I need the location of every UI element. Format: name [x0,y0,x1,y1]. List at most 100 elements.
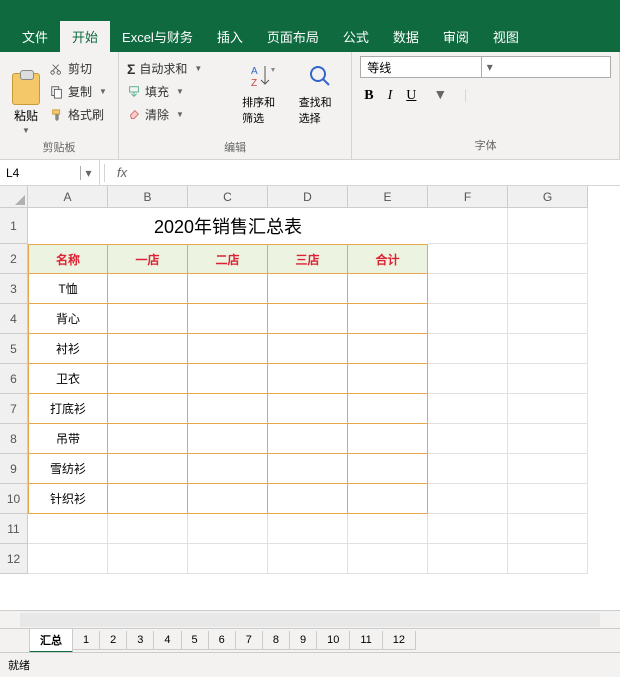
table-cell[interactable] [268,304,348,334]
table-cell[interactable] [108,454,188,484]
table-cell[interactable] [108,334,188,364]
sheet-tab[interactable]: 9 [289,631,317,650]
cell[interactable] [428,424,508,454]
table-cell[interactable] [108,274,188,304]
ribbon-tab-数据[interactable]: 数据 [381,21,431,52]
column-header[interactable]: B [108,186,188,208]
table-cell[interactable] [268,484,348,514]
cell[interactable] [348,514,428,544]
sheet-tab[interactable]: 汇总 [29,629,73,653]
cell[interactable] [348,544,428,574]
cell[interactable] [188,544,268,574]
column-header[interactable]: C [188,186,268,208]
row-header[interactable]: 4 [0,304,28,334]
cell[interactable] [428,454,508,484]
fill-button[interactable]: 填充▼ [127,83,230,100]
table-cell[interactable] [268,274,348,304]
cell[interactable] [428,484,508,514]
cell[interactable] [428,274,508,304]
bold-button[interactable]: B [364,88,373,104]
table-cell[interactable]: 雪纺衫 [28,454,108,484]
cell[interactable] [108,544,188,574]
table-header[interactable]: 三店 [268,244,348,274]
row-header[interactable]: 8 [0,424,28,454]
ribbon-tab-视图[interactable]: 视图 [481,21,531,52]
row-header[interactable]: 9 [0,454,28,484]
cell[interactable] [508,274,588,304]
table-cell[interactable] [268,364,348,394]
sheet-tab[interactable]: 6 [208,631,236,650]
table-cell[interactable] [348,424,428,454]
table-cell[interactable] [108,484,188,514]
column-header[interactable]: D [268,186,348,208]
ribbon-tab-公式[interactable]: 公式 [331,21,381,52]
table-cell[interactable] [348,484,428,514]
table-cell[interactable] [188,454,268,484]
cell[interactable] [508,484,588,514]
row-header[interactable]: 7 [0,394,28,424]
ribbon-tab-审阅[interactable]: 审阅 [431,21,481,52]
sheet-tab[interactable]: 11 [349,631,382,650]
cell[interactable] [108,514,188,544]
column-header[interactable]: F [428,186,508,208]
column-header[interactable]: A [28,186,108,208]
sheet-title[interactable]: 2020年销售汇总表 [28,208,428,244]
clear-button[interactable]: 清除▼ [127,106,230,123]
table-cell[interactable] [108,364,188,394]
find-select-button[interactable]: 查找和选择 [297,60,344,128]
cell[interactable] [508,454,588,484]
cell[interactable] [268,514,348,544]
table-cell[interactable] [188,304,268,334]
row-header[interactable]: 10 [0,484,28,514]
sheet-tab[interactable]: 5 [181,631,209,650]
table-cell[interactable] [348,454,428,484]
table-cell[interactable] [348,364,428,394]
ribbon-tab-页面布局[interactable]: 页面布局 [255,21,331,52]
table-cell[interactable]: 吊带 [28,424,108,454]
fx-button[interactable]: fx [109,165,135,180]
cell[interactable] [508,208,588,244]
format-painter-button[interactable]: 格式刷 [50,106,110,123]
table-cell[interactable] [108,394,188,424]
table-cell[interactable] [108,424,188,454]
cell[interactable] [428,334,508,364]
table-cell[interactable] [348,274,428,304]
table-cell[interactable] [188,274,268,304]
table-cell[interactable]: 卫衣 [28,364,108,394]
cell[interactable] [28,514,108,544]
cell[interactable] [428,244,508,274]
sort-filter-button[interactable]: AZ 排序和筛选 [240,60,287,128]
table-cell[interactable]: 打底衫 [28,394,108,424]
cell[interactable] [508,244,588,274]
cell[interactable] [508,544,588,574]
table-header[interactable]: 二店 [188,244,268,274]
chevron-down-icon[interactable]: ▾ [481,57,497,77]
table-cell[interactable] [188,394,268,424]
table-cell[interactable] [188,424,268,454]
table-cell[interactable] [108,304,188,334]
name-box[interactable] [0,164,80,182]
table-cell[interactable] [268,424,348,454]
cell[interactable] [428,208,508,244]
select-all-button[interactable] [0,186,28,208]
cell[interactable] [428,514,508,544]
column-header[interactable]: E [348,186,428,208]
cell[interactable] [428,394,508,424]
row-header[interactable]: 6 [0,364,28,394]
ribbon-tab-Excel与财务[interactable]: Excel与财务 [110,21,205,52]
paste-button[interactable]: 粘贴 ▼ [8,56,44,137]
table-cell[interactable]: 针织衫 [28,484,108,514]
table-header[interactable]: 名称 [28,244,108,274]
table-header[interactable]: 一店 [108,244,188,274]
table-cell[interactable]: 背心 [28,304,108,334]
sheet-tab[interactable]: 4 [153,631,181,650]
table-cell[interactable] [268,454,348,484]
table-cell[interactable] [188,484,268,514]
cut-button[interactable]: 剪切 [50,60,110,77]
cell[interactable] [428,544,508,574]
ribbon-tab-开始[interactable]: 开始 [60,21,110,52]
cell[interactable] [508,364,588,394]
table-cell[interactable]: T恤 [28,274,108,304]
sheet-tab[interactable]: 2 [99,631,127,650]
chevron-down-icon[interactable]: ▾ [80,166,96,180]
